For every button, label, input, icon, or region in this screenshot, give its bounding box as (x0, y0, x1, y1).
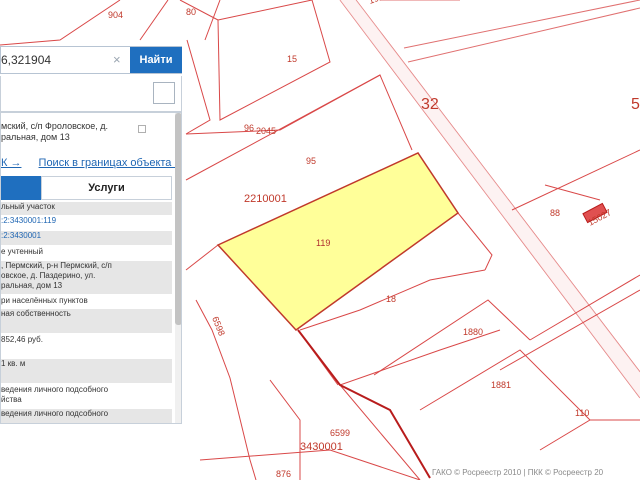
quarter-label-2210001: 2210001 (244, 193, 287, 205)
row-area: 1 кв. м (1, 359, 172, 383)
quarter-label-3430001: 3430001 (300, 441, 343, 453)
search-bar: × Найти (0, 46, 182, 74)
quarter-boundary (297, 329, 431, 479)
parcel-label-18: 18 (386, 294, 396, 304)
search-input[interactable] (1, 47, 126, 73)
object-address: мский, с/п Фроловское, д. ральная, дом 1… (1, 121, 109, 142)
row-cost: 852,46 руб. (1, 335, 172, 351)
district-label-5: 5 (631, 96, 640, 113)
parcel-label-110: 110 (575, 408, 589, 418)
search-in-bounds-link[interactable]: Поиск в границах объекта → (39, 157, 181, 169)
object-info-panel: мский, с/п Фроловское, д. ральная, дом 1… (0, 112, 182, 424)
parcel-label-80: 80 (186, 7, 196, 17)
tab-info[interactable] (1, 176, 41, 200)
row-object-type: льный участок (1, 202, 172, 215)
row-permitted-use-doc: ведения личного подсобного (1, 409, 172, 423)
panel-scrollbar[interactable] (175, 113, 181, 423)
parcel-label-1881: 1881 (491, 380, 511, 390)
pin-icon[interactable] (138, 125, 146, 133)
parcel-label-1880: 1880 (463, 327, 483, 337)
panel-header (0, 76, 182, 112)
clear-search-icon[interactable]: × (113, 52, 121, 67)
scrollbar-thumb[interactable] (175, 113, 181, 325)
row-permitted-use: ведения личного подсобного йства (1, 385, 172, 407)
road-label-1925: 1925 (367, 0, 389, 6)
tab-services[interactable]: Услуги (41, 176, 172, 200)
district-label-32: 32 (421, 96, 439, 113)
row-ownership: ная собственность (1, 309, 172, 333)
parcel-label-96: 96 (244, 123, 254, 133)
row-cadastral-number[interactable]: :2:3430001:119 (1, 216, 172, 230)
row-status: е учтенный (1, 247, 172, 260)
selected-parcel-label: 119 (316, 238, 330, 248)
row-category: ри населённых пунктов (1, 296, 172, 308)
panel-checkbox[interactable] (153, 82, 175, 104)
link-left[interactable]: К → (1, 157, 21, 169)
parcel-label-95: 95 (306, 156, 316, 166)
map-copyright: ГАКО © Росреестр 2010 | ПКК © Росреестр … (432, 468, 604, 477)
selected-parcel-119[interactable] (216, 152, 460, 331)
parcel-label-88: 88 (550, 208, 560, 218)
row-quarter[interactable]: :2:3430001 (1, 231, 172, 245)
parcel-label-6599: 6599 (330, 428, 350, 438)
row-address: , Пермский, р-н Пермский, с/п овское, д.… (1, 261, 172, 294)
parcel-label-6598: 6598 (210, 315, 227, 337)
search-button[interactable]: Найти (130, 47, 182, 73)
parcel-label-904: 904 (108, 10, 123, 20)
link-row: К → Поиск в границах объекта → (1, 157, 181, 169)
parcel-label-876: 876 (276, 469, 291, 479)
parcel-label-15: 15 (287, 54, 297, 64)
parcel-label-2045: 2045 (256, 126, 276, 136)
